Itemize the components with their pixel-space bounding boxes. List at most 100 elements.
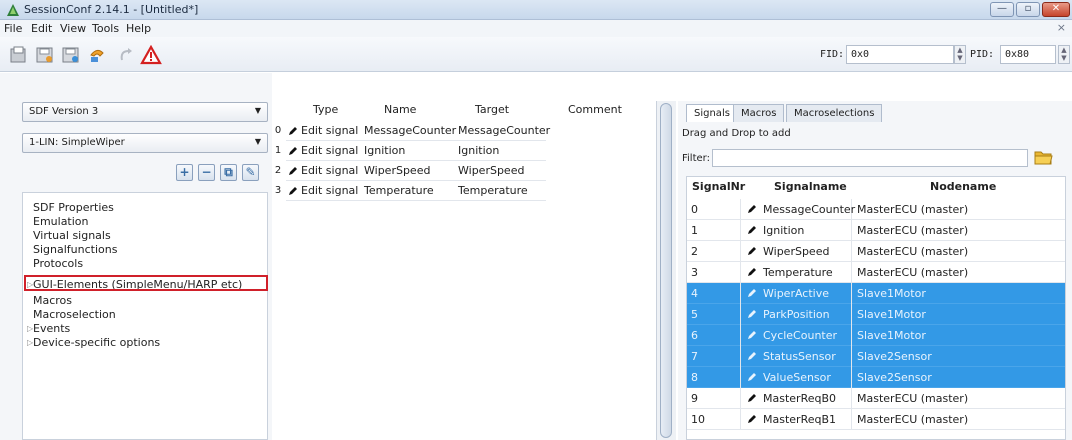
redo-icon[interactable] [114,45,136,65]
pencil-icon [748,205,756,213]
menu-file[interactable]: File [4,22,22,35]
table-row[interactable]: 0 MessageCounter MasterECU (master) [687,199,1065,220]
splitter[interactable] [656,101,676,440]
cell-node-name: Slave1Motor [857,287,926,300]
fid-label: FID: [820,49,845,60]
save-as-icon[interactable] [60,45,82,65]
pencil-icon [748,415,756,423]
cell-signal-name: StatusSensor [763,350,836,363]
column-header-signalname[interactable]: Signalname [774,180,847,193]
table-row[interactable]: Edit signal Ignition Ignition [286,141,546,161]
tab-macros[interactable]: Macros [733,104,785,122]
menu-tools[interactable]: Tools [92,22,119,35]
cell-type: Edit signal [301,144,359,157]
cell-node-name: MasterECU (master) [857,224,969,237]
cell-node-name: Slave1Motor [857,329,926,342]
column-divider [851,283,852,304]
cell-signal-nr: 3 [691,266,698,279]
node-select[interactable]: 1-LIN: SimpleWiper ▼ [22,133,268,153]
column-header-type[interactable]: Type [313,103,338,116]
tree-item-macros[interactable]: Macros [33,294,72,307]
mdi-close-icon[interactable]: × [1057,21,1066,34]
sdf-version-select[interactable]: SDF Version 3 ▼ [22,102,268,122]
column-header-name[interactable]: Name [384,103,416,116]
pid-spinner[interactable]: ▲ ▼ [1058,45,1070,64]
tree-item-macroselection[interactable]: Macroselection [33,308,116,321]
column-divider [740,241,741,262]
tree-item-virtual-signals[interactable]: Virtual signals [33,229,111,242]
pencil-icon [748,310,756,318]
tab-signals[interactable]: Signals [686,104,738,122]
menu-view[interactable]: View [60,22,86,35]
table-row[interactable]: 10 MasterReqB1 MasterECU (master) [687,409,1065,430]
cell-type: Edit signal [301,184,359,197]
table-row[interactable]: 8 ValueSensor Slave2Sensor [687,367,1065,388]
cell-signal-name: ParkPosition [763,308,830,321]
cell-signal-name: WiperActive [763,287,829,300]
settings-tree: SDF Properties Emulation Virtual signals… [22,192,268,440]
cell-node-name: MasterECU (master) [857,266,969,279]
column-header-comment[interactable]: Comment [568,103,622,116]
pid-input[interactable]: 0x80 [1000,45,1056,64]
tree-item-signalfunctions[interactable]: Signalfunctions [33,243,117,256]
tree-item-emulation[interactable]: Emulation [33,215,89,228]
tree-item-events[interactable]: Events [33,322,70,335]
edit-icon[interactable]: ✎ [242,164,259,181]
maximize-button[interactable]: ▫ [1016,2,1040,17]
table-row[interactable]: Edit signal MessageCounter MessageCounte… [286,121,550,141]
chevron-down-icon: ▼ [254,137,261,146]
tree-item-sdf-properties[interactable]: SDF Properties [33,201,114,214]
menu-help[interactable]: Help [126,22,151,35]
table-row[interactable]: 1 Ignition MasterECU (master) [687,220,1065,241]
table-row[interactable]: 5 ParkPosition Slave1Motor [687,304,1065,325]
open-icon[interactable] [8,45,30,65]
cell-signal-nr: 5 [691,308,698,321]
table-row[interactable]: Edit signal WiperSpeed WiperSpeed [286,161,546,181]
copy-icon[interactable]: ⧉ [220,164,237,181]
tree-item-device-specific[interactable]: Device-specific options [33,336,160,349]
cell-signal-nr: 8 [691,371,698,384]
save-icon[interactable] [34,45,56,65]
column-divider [740,325,741,346]
filter-input[interactable] [712,149,1028,167]
folder-icon[interactable] [1032,146,1054,168]
cell-node-name: MasterECU (master) [857,413,969,426]
minimize-button[interactable]: — [990,2,1014,17]
tree-item-protocols[interactable]: Protocols [33,257,83,270]
pencil-icon [289,187,297,195]
table-row[interactable]: 7 StatusSensor Slave2Sensor [687,346,1065,367]
cell-signal-name: Temperature [763,266,833,279]
column-header-signalnr[interactable]: SignalNr [692,180,745,193]
remove-icon[interactable]: − [198,164,215,181]
cell-signal-nr: 0 [691,203,698,216]
cell-name: MessageCounter [364,124,457,137]
column-divider [740,283,741,304]
table-row[interactable]: 2 WiperSpeed MasterECU (master) [687,241,1065,262]
column-header-target[interactable]: Target [475,103,509,116]
close-button[interactable]: ✕ [1042,2,1070,17]
undo-icon[interactable] [86,45,108,65]
table-row[interactable]: 9 MasterReqB0 MasterECU (master) [687,388,1065,409]
menu-edit[interactable]: Edit [31,22,52,35]
splitter-handle[interactable] [660,103,672,438]
table-row[interactable]: 4 WiperActive Slave1Motor [687,283,1065,304]
warning-icon[interactable] [140,45,162,65]
cell-type: Edit signal [301,164,359,177]
pencil-icon [748,289,756,297]
column-header-nodename[interactable]: Nodename [930,180,996,193]
tab-macroselections[interactable]: Macroselections [786,104,883,122]
pid-label: PID: [970,49,995,60]
fid-spinner[interactable]: ▲ ▼ [954,45,966,64]
pencil-icon [748,226,756,234]
cell-node-name: MasterECU (master) [857,392,969,405]
pencil-icon [748,268,756,276]
table-row[interactable]: Edit signal Temperature Temperature [286,181,546,201]
column-divider [851,367,852,388]
row-number: 1 [274,145,282,156]
table-row[interactable]: 3 Temperature MasterECU (master) [687,262,1065,283]
cell-signal-nr: 1 [691,224,698,237]
add-icon[interactable]: + [176,164,193,181]
cell-node-name: MasterECU (master) [857,203,969,216]
table-row[interactable]: 6 CycleCounter Slave1Motor [687,325,1065,346]
fid-input[interactable]: 0x0 [846,45,954,64]
